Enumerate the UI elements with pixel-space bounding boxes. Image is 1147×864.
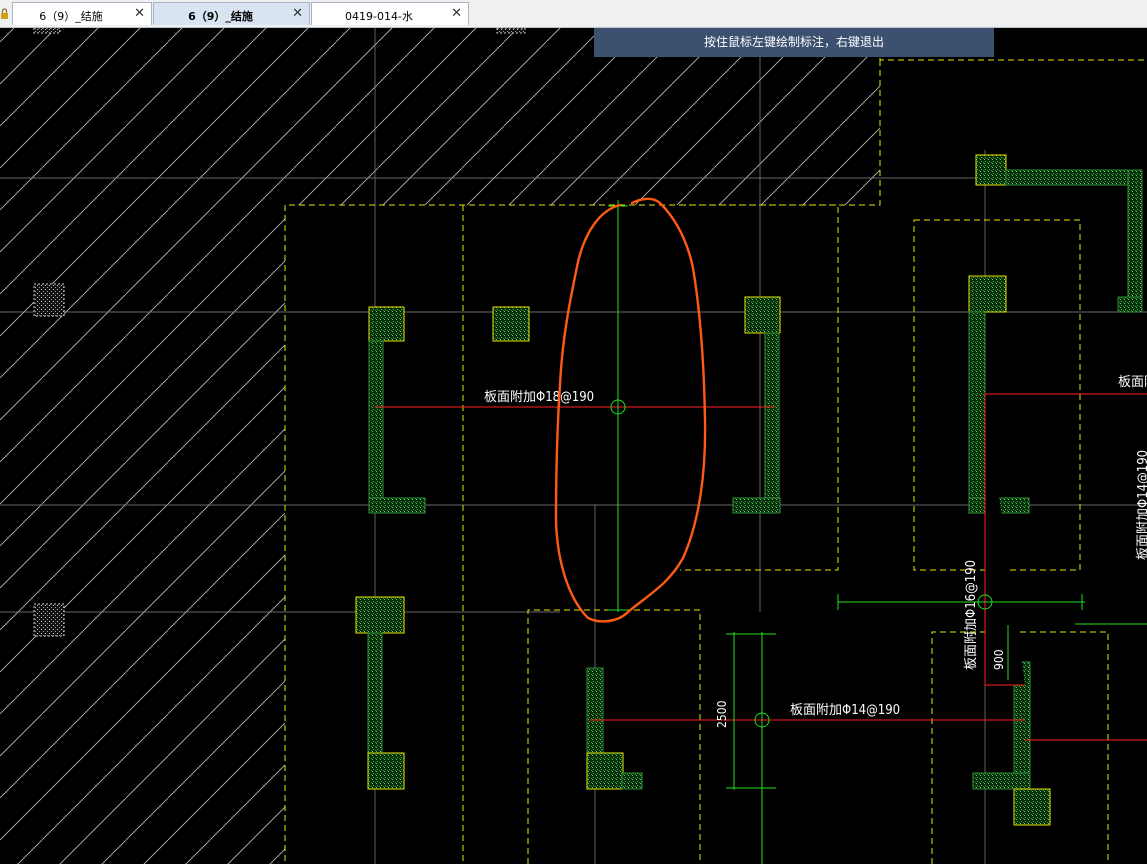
tab-label: 0419-014-水 bbox=[345, 10, 413, 23]
dim-label-1: 2500 bbox=[715, 700, 729, 728]
close-icon[interactable]: ✕ bbox=[134, 6, 145, 21]
rebar-label-a3: 板面附加Φ16@190 bbox=[964, 560, 979, 670]
lock-icon bbox=[1, 8, 8, 19]
dim-label-2: 900 bbox=[992, 649, 1006, 670]
annotations: 板面附加Φ18@190 板面附加Φ14@190 板面附 板面附加Φ16@190 … bbox=[484, 375, 1147, 728]
rebar-label-a5: 板面附加Φ14@190 bbox=[1136, 450, 1147, 560]
dimension-lines bbox=[608, 200, 1147, 864]
tab-label: 6（9）_结施 bbox=[188, 10, 253, 23]
rebar-label-a2: 板面附加Φ14@190 bbox=[790, 703, 900, 718]
tab-label: 6（9）_结施 bbox=[39, 10, 103, 23]
rebar-label-a4: 板面附 bbox=[1118, 375, 1147, 390]
tab-bar: 6（9）_结施 ✕ 6（9）_结施 ✕ 0419-014-水 ✕ bbox=[0, 0, 1147, 28]
close-icon[interactable]: ✕ bbox=[451, 6, 462, 21]
cad-canvas[interactable]: 板面附加Φ18@190 板面附加Φ14@190 板面附 板面附加Φ16@190 … bbox=[0, 28, 1147, 864]
columns bbox=[355, 154, 1143, 826]
markup-circle bbox=[554, 197, 707, 623]
hatched-slab bbox=[0, 28, 880, 864]
tab-drawing-1[interactable]: 6（9）_结施 ✕ bbox=[12, 2, 152, 25]
rebar-lines bbox=[375, 393, 1147, 741]
close-icon[interactable]: ✕ bbox=[292, 6, 303, 21]
tab-drawing-2[interactable]: 6（9）_结施 ✕ bbox=[153, 2, 310, 25]
tab-drawing-3[interactable]: 0419-014-水 ✕ bbox=[311, 2, 469, 25]
rebar-label-a1: 板面附加Φ18@190 bbox=[484, 390, 594, 405]
hint-banner: 按住鼠标左键绘制标注，右键退出 bbox=[594, 28, 994, 57]
